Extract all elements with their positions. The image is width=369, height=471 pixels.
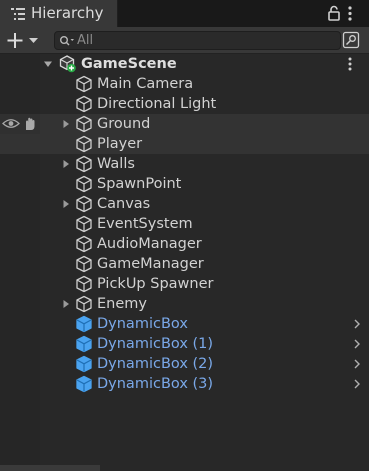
- gameobject-cube-icon: [76, 135, 92, 153]
- search-field[interactable]: [54, 31, 341, 50]
- hierarchy-item[interactable]: Player: [0, 134, 369, 154]
- hierarchy-item[interactable]: PickUp Spawner: [0, 274, 369, 294]
- hierarchy-item-label: Directional Light: [97, 96, 217, 112]
- hierarchy-item[interactable]: DynamicBox: [0, 314, 369, 334]
- hierarchy-item[interactable]: Main Camera: [0, 74, 369, 94]
- scene-menu-icon[interactable]: [347, 56, 353, 72]
- gameobject-cube-icon: [76, 255, 92, 273]
- scene-row[interactable]: GameScene: [0, 54, 369, 74]
- prefab-cube-icon: [76, 315, 92, 333]
- prefab-cube-icon: [76, 355, 92, 373]
- hierarchy-item-label: GameManager: [97, 256, 204, 272]
- hierarchy-item[interactable]: Directional Light: [0, 94, 369, 114]
- tab-hierarchy[interactable]: Hierarchy: [0, 0, 118, 27]
- gameobject-cube-icon: [76, 75, 92, 93]
- hierarchy-item-label: AudioManager: [97, 236, 202, 252]
- scene-name: GameScene: [81, 56, 177, 72]
- open-prefab-chevron-icon[interactable]: [353, 359, 361, 369]
- expand-arrow-icon[interactable]: [61, 299, 71, 309]
- hierarchy-item[interactable]: Ground: [0, 114, 369, 134]
- prefab-cube-icon: [76, 375, 92, 393]
- create-dropdown-button[interactable]: [6, 30, 42, 51]
- expand-arrow-icon[interactable]: [43, 59, 53, 69]
- hierarchy-item-label: EventSystem: [97, 216, 193, 232]
- pickable-hand-icon[interactable]: [22, 116, 38, 132]
- open-prefab-chevron-icon[interactable]: [353, 379, 361, 389]
- visibility-eye-icon[interactable]: [2, 117, 20, 130]
- gameobject-cube-icon: [76, 195, 92, 213]
- hierarchy-item[interactable]: Canvas: [0, 194, 369, 214]
- gameobject-cube-icon: [76, 155, 92, 173]
- prefab-cube-icon: [76, 335, 92, 353]
- hierarchy-item[interactable]: AudioManager: [0, 234, 369, 254]
- tab-bar: Hierarchy: [0, 0, 369, 27]
- hierarchy-item-label: DynamicBox: [97, 316, 188, 332]
- hierarchy-toolbar: [0, 27, 369, 54]
- hierarchy-item-label: PickUp Spawner: [97, 276, 214, 292]
- hierarchy-item[interactable]: Walls: [0, 154, 369, 174]
- lock-icon[interactable]: [328, 5, 340, 21]
- tab-title: Hierarchy: [31, 4, 104, 22]
- search-icon: [60, 36, 74, 46]
- hierarchy-item[interactable]: SpawnPoint: [0, 174, 369, 194]
- open-prefab-chevron-icon[interactable]: [353, 319, 361, 329]
- hierarchy-item[interactable]: GameManager: [0, 254, 369, 274]
- hierarchy-item[interactable]: EventSystem: [0, 214, 369, 234]
- visibility-toggles: [0, 114, 40, 134]
- hierarchy-item-label: DynamicBox (2): [97, 356, 214, 372]
- gameobject-cube-icon: [76, 95, 92, 113]
- gameobject-cube-icon: [76, 215, 92, 233]
- hierarchy-item[interactable]: DynamicBox (2): [0, 354, 369, 374]
- hierarchy-item-label: Walls: [97, 156, 135, 172]
- panel-menu-icon[interactable]: [347, 5, 353, 22]
- hierarchy-list-icon: [11, 8, 25, 20]
- hierarchy-item-label: Ground: [97, 116, 151, 132]
- expand-arrow-icon[interactable]: [61, 159, 71, 169]
- gameobject-cube-icon: [76, 295, 92, 313]
- hierarchy-item-label: SpawnPoint: [97, 176, 182, 192]
- expand-arrow-icon[interactable]: [61, 199, 71, 209]
- bottom-panel-tab-edge: [0, 465, 100, 471]
- gameobject-cube-icon: [76, 175, 92, 193]
- hierarchy-item[interactable]: Enemy: [0, 294, 369, 314]
- search-in-scene-icon[interactable]: [342, 31, 360, 49]
- search-input[interactable]: [77, 32, 327, 49]
- hierarchy-item[interactable]: DynamicBox (3): [0, 374, 369, 394]
- open-prefab-chevron-icon[interactable]: [353, 339, 361, 349]
- hierarchy-item-label: DynamicBox (1): [97, 336, 214, 352]
- gameobject-cube-icon: [76, 235, 92, 253]
- expand-arrow-icon[interactable]: [61, 119, 71, 129]
- hierarchy-item-label: Player: [97, 136, 143, 152]
- hierarchy-item-label: Main Camera: [97, 76, 194, 92]
- gameobject-cube-icon: [76, 275, 92, 293]
- hierarchy-item[interactable]: DynamicBox (1): [0, 334, 369, 354]
- scene-icon: [59, 55, 76, 73]
- hierarchy-item-label: Enemy: [97, 296, 147, 312]
- gameobject-cube-icon: [76, 115, 92, 133]
- hierarchy-item-label: DynamicBox (3): [97, 376, 214, 392]
- hierarchy-item-label: Canvas: [97, 196, 151, 212]
